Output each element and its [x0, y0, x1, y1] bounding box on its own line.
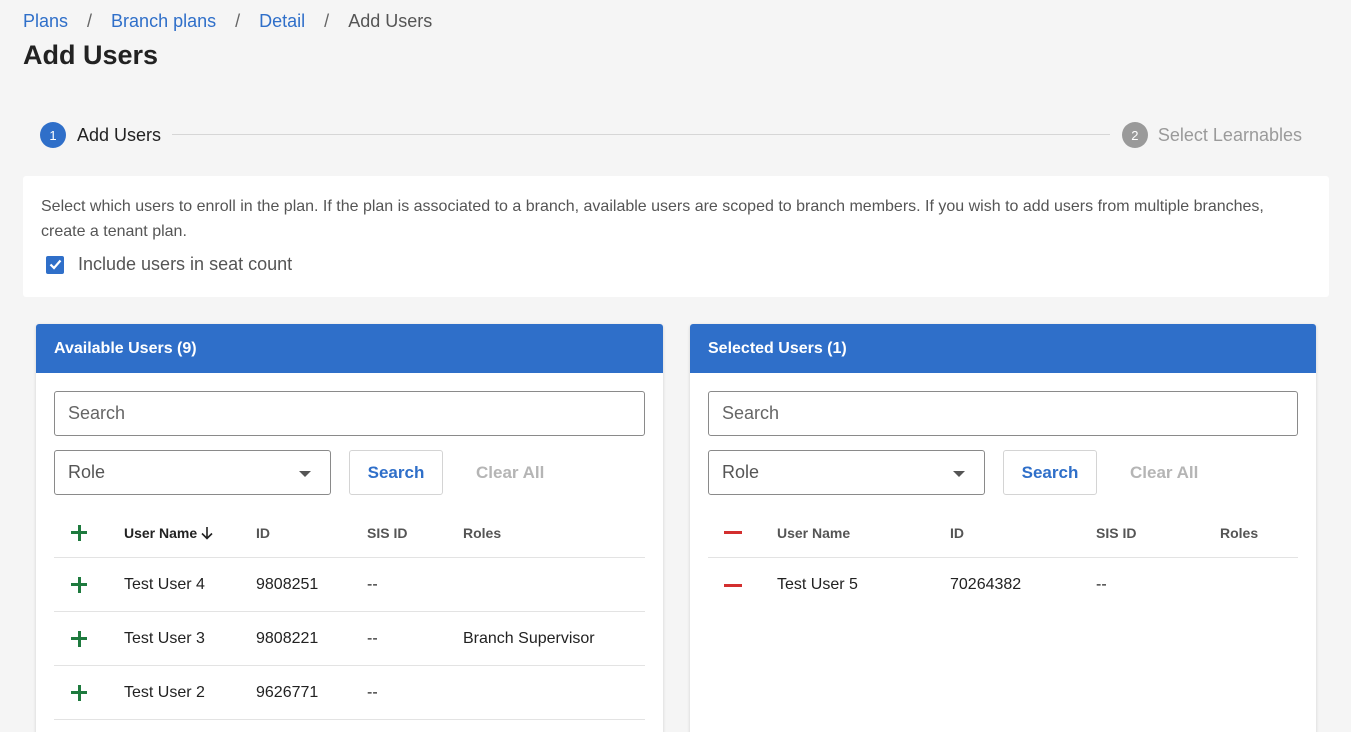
page-title: Add Users — [23, 40, 159, 70]
user-sis-id: -- — [367, 683, 378, 701]
plus-icon — [71, 576, 87, 593]
info-description: Select which users to enroll in the plan… — [41, 198, 1264, 240]
column-sis-id[interactable]: SIS ID — [367, 508, 407, 557]
breadcrumb-current: Add Users — [348, 11, 433, 31]
column-sis-id[interactable]: SIS ID — [1096, 508, 1136, 557]
breadcrumb-link-branch-plans[interactable]: Branch plans — [111, 11, 216, 32]
add-all-button[interactable] — [71, 508, 87, 557]
available-search-button[interactable]: Search — [349, 450, 443, 495]
stepper-connector — [172, 134, 1110, 135]
user-name: Test User 4 — [124, 575, 205, 593]
user-id: 9808251 — [256, 575, 319, 593]
step-number: 2 — [1121, 122, 1148, 148]
plus-icon — [71, 684, 87, 701]
check-icon — [49, 259, 61, 270]
minus-icon — [724, 531, 742, 534]
add-user-button[interactable] — [71, 612, 87, 665]
user-sis-id: -- — [367, 629, 378, 647]
table-header: User Name ID SIS ID Roles — [54, 508, 645, 558]
selected-role-select[interactable]: Role — [708, 450, 985, 495]
role-select-value: Role — [722, 462, 760, 482]
step-label: Add Users — [77, 124, 162, 145]
selected-search-input[interactable] — [708, 391, 1298, 436]
user-name: Test User 3 — [124, 629, 205, 647]
minus-icon — [724, 583, 742, 587]
column-roles[interactable]: Roles — [463, 508, 501, 557]
user-id: 9808221 — [256, 629, 319, 647]
selected-clear-all-button[interactable]: Clear All — [1130, 450, 1198, 495]
caret-down-icon — [953, 471, 965, 477]
selected-search-button[interactable]: Search — [1003, 450, 1097, 495]
breadcrumb-separator: / — [324, 11, 330, 31]
breadcrumb-separator: / — [87, 11, 93, 31]
user-name: Test User 5 — [777, 576, 858, 593]
user-sis-id: -- — [1096, 576, 1107, 593]
stepper: 1 Add Users 2 Select Learnables — [40, 121, 1302, 149]
column-user-name[interactable]: User Name — [777, 508, 850, 557]
column-roles[interactable]: Roles — [1220, 508, 1258, 557]
plus-icon — [71, 630, 87, 647]
column-id[interactable]: ID — [256, 508, 270, 557]
column-user-name[interactable]: User Name — [124, 508, 214, 557]
selected-users-panel: Selected Users (1) Role Search Clear All… — [690, 324, 1316, 732]
seat-count-option[interactable]: Include users in seat count — [46, 254, 292, 275]
step-number: 1 — [40, 122, 66, 148]
user-sis-id: -- — [367, 575, 378, 593]
role-select-value: Role — [68, 462, 106, 482]
available-users-panel: Available Users (9) Role Search Clear Al… — [36, 324, 663, 732]
available-users-table: User Name ID SIS ID Roles Test User 4 98… — [54, 508, 645, 720]
breadcrumb-separator: / — [235, 11, 241, 31]
breadcrumb-link-detail[interactable]: Detail — [259, 11, 305, 32]
available-role-select[interactable]: Role — [54, 450, 331, 495]
user-roles: Branch Supervisor — [463, 629, 595, 647]
available-users-title: Available Users (9) — [36, 324, 663, 373]
table-row: Test User 3 9808221 -- Branch Supervisor — [54, 612, 645, 666]
remove-user-button[interactable] — [724, 558, 742, 612]
column-label: User Name — [124, 524, 198, 541]
user-name: Test User 2 — [124, 683, 205, 701]
step-label: Select Learnables — [1157, 124, 1302, 145]
table-row: Test User 4 9808251 -- — [54, 558, 645, 612]
available-clear-all-button[interactable]: Clear All — [476, 450, 544, 495]
user-id: 9626771 — [256, 683, 319, 701]
user-id: 70264382 — [950, 576, 1022, 593]
selected-users-table: User Name ID SIS ID Roles Test User 5 70… — [708, 508, 1298, 612]
remove-all-button[interactable] — [724, 508, 742, 557]
available-search-input[interactable] — [54, 391, 645, 436]
selected-users-title: Selected Users (1) — [690, 324, 1316, 373]
table-row: Test User 5 70264382 -- — [708, 558, 1298, 612]
breadcrumb: Plans / Branch plans / Detail / Add User… — [23, 11, 432, 32]
seat-count-label: Include users in seat count — [78, 254, 293, 274]
arrow-down-icon — [200, 526, 214, 540]
caret-down-icon — [299, 471, 311, 477]
add-user-button[interactable] — [71, 558, 87, 611]
column-id[interactable]: ID — [950, 508, 964, 557]
step-add-users: 1 Add Users — [40, 121, 161, 149]
table-row: Test User 2 9626771 -- — [54, 666, 645, 720]
info-card: Select which users to enroll in the plan… — [23, 176, 1329, 297]
table-header: User Name ID SIS ID Roles — [708, 508, 1298, 558]
step-select-learnables: 2 Select Learnables — [1121, 121, 1302, 149]
add-user-button[interactable] — [71, 666, 87, 719]
plus-icon — [71, 524, 87, 541]
breadcrumb-link-plans[interactable]: Plans — [23, 11, 68, 32]
seat-count-checkbox[interactable] — [46, 255, 64, 274]
